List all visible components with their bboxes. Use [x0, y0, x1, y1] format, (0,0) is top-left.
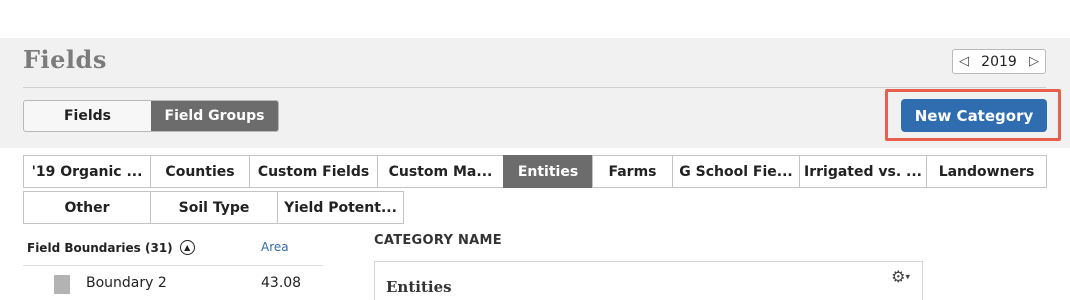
- category-tab[interactable]: Other: [23, 191, 151, 224]
- category-tab[interactable]: G School Fie...: [672, 155, 800, 188]
- tab-field-groups[interactable]: Field Groups: [151, 101, 278, 131]
- page-title: Fields: [23, 45, 107, 74]
- category-tab[interactable]: '19 Organic ...: [23, 155, 151, 188]
- category-tab[interactable]: Soil Type: [150, 191, 278, 224]
- category-tab[interactable]: Custom Fields: [249, 155, 378, 188]
- sort-ascending-icon[interactable]: ▲: [179, 240, 195, 255]
- field-boundaries-title: Field Boundaries (31): [27, 240, 173, 255]
- list-item[interactable]: Boundary 2 43.08: [23, 266, 323, 300]
- view-toggle: Fields Field Groups: [23, 100, 279, 132]
- category-name: Entities: [386, 278, 452, 296]
- category-card: Entities ⚙▾: [374, 261, 923, 300]
- category-tabs-row-1: '19 Organic ... Counties Custom Fields C…: [23, 155, 1047, 188]
- boundary-area: 43.08: [261, 275, 302, 291]
- field-boundaries-header: Field Boundaries (31) ▲: [27, 240, 195, 255]
- category-name-header: CATEGORY NAME: [374, 233, 502, 248]
- category-tab[interactable]: Yield Potent...: [277, 191, 404, 224]
- next-year-icon[interactable]: ▷: [1029, 54, 1039, 69]
- prev-year-icon[interactable]: ◁: [959, 54, 969, 69]
- new-category-button[interactable]: New Category: [901, 99, 1047, 132]
- year-selector: ◁ 2019 ▷: [952, 49, 1046, 74]
- boundary-shape-icon: [54, 275, 70, 294]
- category-tab[interactable]: Custom Ma...: [377, 155, 504, 188]
- header-divider: [23, 87, 1046, 88]
- category-tab[interactable]: Irrigated vs. ...: [799, 155, 927, 188]
- category-tab[interactable]: Counties: [150, 155, 250, 188]
- category-tab[interactable]: Landowners: [926, 155, 1047, 188]
- boundary-name: Boundary 2: [86, 275, 167, 291]
- year-value: 2019: [981, 53, 1017, 70]
- category-tab-active[interactable]: Entities: [503, 155, 593, 188]
- area-column-header[interactable]: Area: [261, 240, 289, 254]
- category-tab[interactable]: Farms: [592, 155, 673, 188]
- gear-icon[interactable]: ⚙▾: [891, 267, 910, 286]
- category-tabs-row-2: Other Soil Type Yield Potent...: [23, 191, 404, 224]
- tab-fields[interactable]: Fields: [24, 101, 151, 131]
